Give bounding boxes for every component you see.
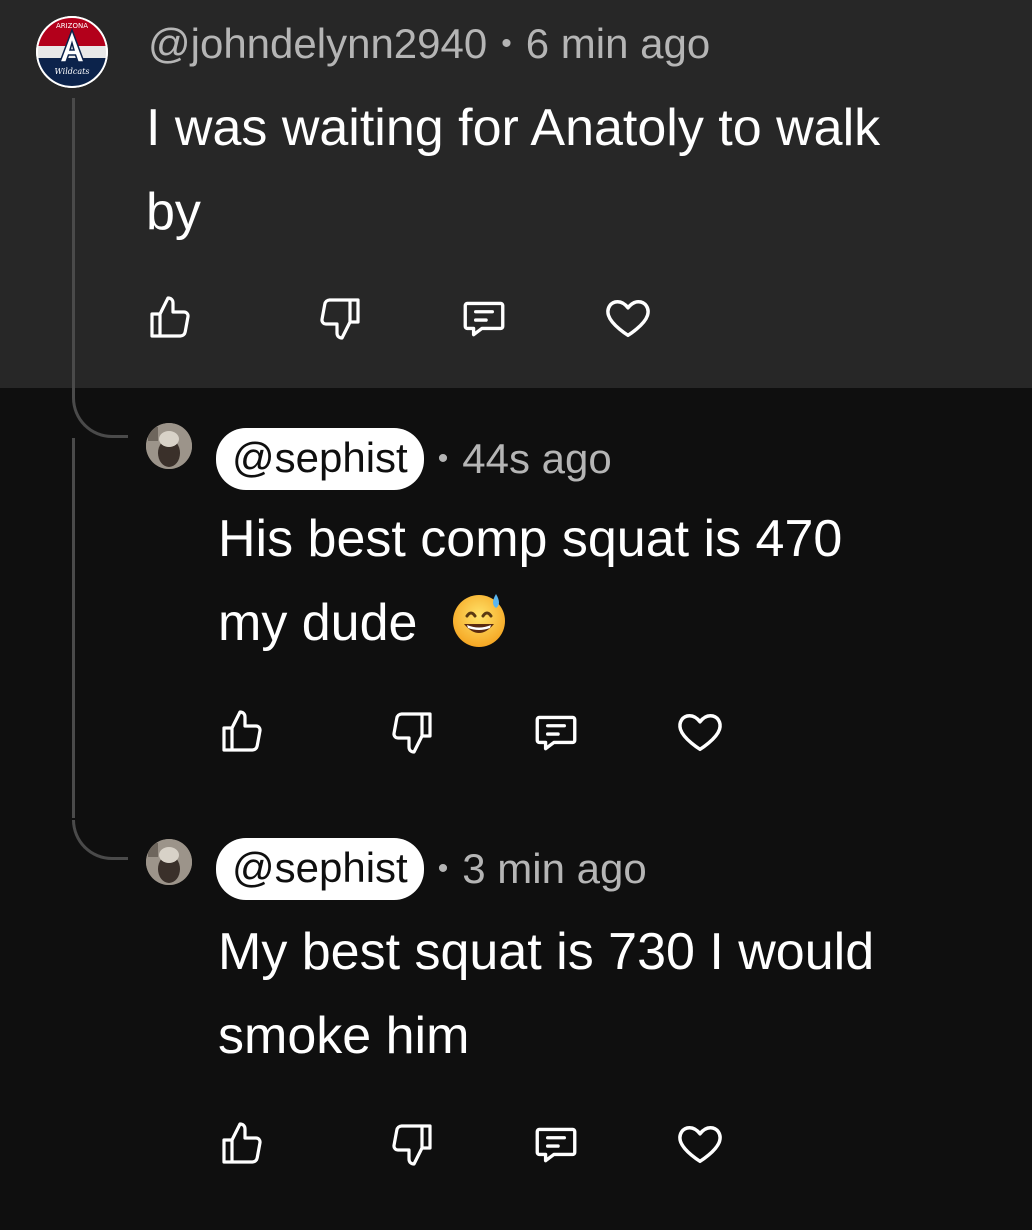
like-button[interactable] <box>216 706 268 758</box>
comment-line-2: smoke him <box>218 1007 470 1065</box>
thread-connector <box>72 398 128 438</box>
svg-text:Wildcats: Wildcats <box>55 67 90 76</box>
favorite-button[interactable] <box>602 292 654 344</box>
comment-thread-screen: ARIZONA Wildcats @johndelynn2940 • 6 min… <box>0 0 1032 1230</box>
avatar[interactable] <box>146 839 192 885</box>
reply-meta: @sephist • 3 min ago <box>216 838 647 900</box>
thumbs-down-icon <box>392 1124 432 1166</box>
thread-line <box>72 438 75 818</box>
user-photo-icon <box>146 423 192 469</box>
timestamp: 44s ago <box>462 435 612 482</box>
comment-line-2: by <box>146 183 201 241</box>
thumbs-down-icon <box>320 298 360 340</box>
avatar[interactable]: ARIZONA Wildcats <box>36 16 108 88</box>
parent-meta: @johndelynn2940 • 6 min ago <box>148 20 710 68</box>
reply-meta: @sephist • 44s ago <box>216 428 612 490</box>
timestamp: 3 min ago <box>462 845 647 892</box>
thumbs-down-icon <box>392 712 432 754</box>
comment-text: I was waiting for Anatoly to walk by <box>146 86 880 254</box>
favorite-button[interactable] <box>674 706 726 758</box>
thread-line <box>72 98 75 398</box>
reply-icon <box>535 1127 577 1163</box>
favorite-button[interactable] <box>674 1118 726 1170</box>
thumbs-up-icon <box>222 710 262 752</box>
user-photo-icon <box>146 839 192 885</box>
comment-line-2: my dude <box>218 594 418 652</box>
separator-dot: • <box>437 852 449 885</box>
heart-icon <box>606 300 650 338</box>
heart-icon <box>678 714 722 752</box>
reply-button[interactable] <box>530 1118 582 1170</box>
dislike-button[interactable] <box>314 292 366 344</box>
heart-icon <box>678 1126 722 1164</box>
dislike-button[interactable] <box>386 706 438 758</box>
author-handle[interactable]: @sephist <box>216 428 424 490</box>
separator-dot: • <box>437 442 449 475</box>
reply-button[interactable] <box>530 706 582 758</box>
like-button[interactable] <box>144 292 196 344</box>
svg-text:ARIZONA: ARIZONA <box>56 22 88 30</box>
author-handle[interactable]: @johndelynn2940 <box>148 20 487 68</box>
comment-text: His best comp squat is 470 my dude <box>218 497 842 665</box>
arizona-logo-icon: ARIZONA Wildcats <box>36 16 108 88</box>
dislike-button[interactable] <box>386 1118 438 1170</box>
reply-icon <box>463 301 505 337</box>
thumbs-up-icon <box>222 1122 262 1164</box>
reply-actions <box>216 1118 726 1170</box>
thread-connector <box>72 820 128 860</box>
comment-text: My best squat is 730 I would smoke him <box>218 910 874 1078</box>
separator-dot: • <box>501 27 512 60</box>
parent-actions <box>144 292 654 344</box>
like-button[interactable] <box>216 1118 268 1170</box>
thumbs-up-icon <box>150 296 190 338</box>
author-handle[interactable]: @sephist <box>216 838 424 900</box>
comment-line-1: I was waiting for Anatoly to walk <box>146 99 881 157</box>
comment-line-1: My best squat is 730 I would <box>218 923 875 981</box>
comment-line-2-row: my dude <box>218 581 842 665</box>
avatar[interactable] <box>146 423 192 469</box>
reply-icon <box>535 715 577 751</box>
timestamp: 6 min ago <box>525 20 711 67</box>
grinning-face-with-sweat-icon <box>452 594 505 647</box>
comment-line-1: His best comp squat is 470 <box>218 510 843 568</box>
reply-actions <box>216 706 726 758</box>
reply-button[interactable] <box>458 292 510 344</box>
